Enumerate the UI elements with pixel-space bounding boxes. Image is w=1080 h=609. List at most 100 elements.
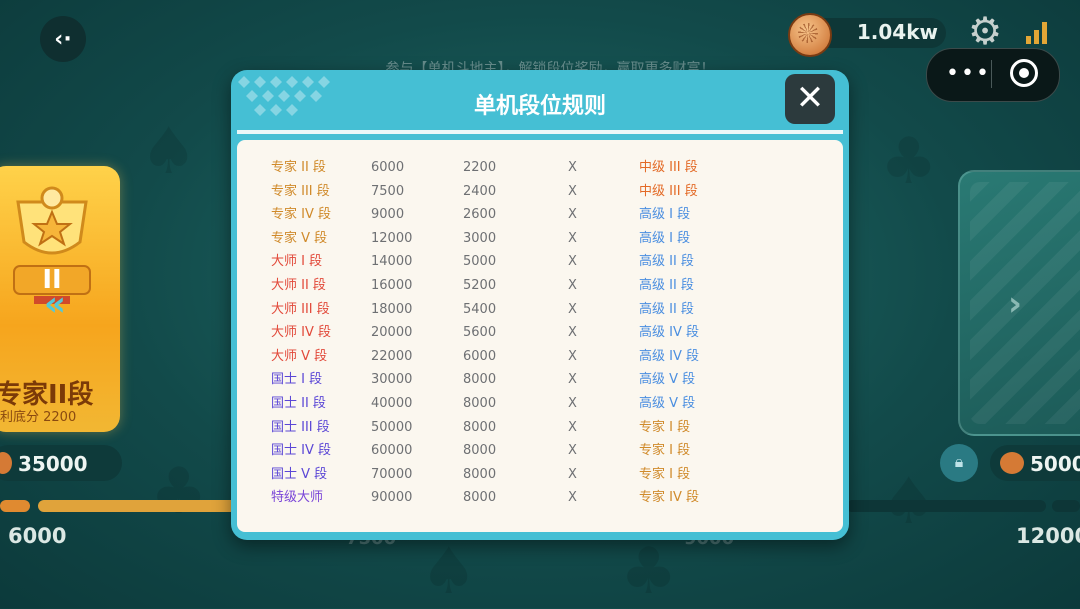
shell-coin-icon [1000,452,1024,474]
signal-icon [1026,22,1048,44]
more-dots-icon[interactable]: ••• [946,63,991,85]
current-rank-base-score: 利底分 2200 [0,410,77,425]
score-cell: 18000 [371,301,413,317]
cap-cell: X [568,160,577,175]
base-score-cell: 2200 [463,160,497,175]
close-icon: ✕ [795,78,825,118]
back-arrow-icon: ‹· [54,26,72,52]
table-row: 大师 IV 段 20000 5600 X 高级 IV 段 [237,322,843,344]
base-score-cell: 2600 [463,207,497,223]
score-cell: 70000 [371,466,413,482]
back-button[interactable]: ‹· [40,16,86,62]
cap-cell: X [568,325,577,341]
club-decoration-icon: ♣ [880,125,938,199]
demote-rank-cell: 中级 III 段 [639,183,698,199]
demote-rank-cell: 高级 I 段 [639,230,691,246]
demote-rank-cell: 专家 IV 段 [639,490,699,506]
cap-cell: X [568,419,577,435]
table-row: 专家 III 段 7500 2400 X 中级 III 段 [237,181,843,203]
progress-segment [846,500,1046,512]
target-icon[interactable] [1010,59,1038,87]
rank-cell: 国士 II 段 [271,396,326,411]
score-cell: 12000 [371,230,413,246]
demote-rank-cell: 高级 II 段 [639,301,694,317]
demote-rank-cell: 中级 III 段 [639,160,698,175]
demote-rank-cell: 专家 I 段 [639,443,691,459]
score-cell: 20000 [371,325,413,341]
rank-cell: 专家 III 段 [271,183,330,199]
progress-segment [0,500,30,512]
table-row: 专家 IV 段 9000 2600 X 高级 I 段 [237,204,843,226]
base-score-cell: 5200 [463,278,497,293]
lock-icon: 🔒︎ [954,452,964,471]
table-row: 大师 III 段 18000 5400 X 高级 II 段 [237,299,843,321]
score-cell: 9000 [371,207,405,223]
score-cell: 6000 [371,160,405,175]
prev-rank-arrow[interactable]: « [44,284,66,324]
score-cell: 50000 [371,419,413,435]
table-row: 国士 II 段 40000 8000 X 高级 V 段 [237,393,843,415]
score-cell: 22000 [371,348,413,364]
rank-cell: 专家 V 段 [271,230,328,246]
capsule-divider [991,60,992,88]
coin-amount: 1.04kw [856,20,938,44]
cap-cell: X [568,396,577,411]
rank-cell: 特级大师 [271,490,324,506]
cap-cell: X [568,466,577,482]
progress-segment [38,500,238,512]
current-reward-amount: 35000 [18,452,88,476]
spade-decoration-icon: ♠ [140,115,198,189]
demote-rank-cell: 专家 I 段 [639,466,691,482]
base-score-cell: 5000 [463,254,497,270]
close-button[interactable]: ✕ [785,74,835,124]
club-decoration-icon: ♣ [150,455,208,529]
rank-cell: 专家 II 段 [271,160,326,175]
base-score-cell: 8000 [463,443,497,459]
score-cell: 90000 [371,490,413,506]
demote-rank-cell: 高级 V 段 [639,372,696,388]
score-cell: 60000 [371,443,413,459]
score-cell: 30000 [371,372,413,388]
score-cell: 40000 [371,396,413,411]
base-score-cell: 8000 [463,419,497,435]
cap-cell: X [568,207,577,223]
progress-label: 12000 [1016,524,1080,548]
base-score-cell: 5600 [463,325,497,341]
spade-decoration-icon: ♠ [420,535,478,609]
cap-cell: X [568,301,577,317]
table-row: 大师 II 段 16000 5200 X 高级 II 段 [237,275,843,297]
club-decoration-icon: ♣ [620,535,678,609]
cap-cell: X [568,490,577,506]
rank-cell: 国士 IV 段 [271,443,331,459]
rank-cell: 专家 IV 段 [271,207,331,223]
header-divider [237,130,843,134]
table-row: 国士 V 段 70000 8000 X 专家 I 段 [237,464,843,486]
base-score-cell: 8000 [463,396,497,411]
base-score-cell: 8000 [463,466,497,482]
next-rank-arrow[interactable]: › [1008,284,1022,324]
rank-cell: 国士 V 段 [271,466,328,482]
table-row: 专家 V 段 12000 3000 X 高级 I 段 [237,228,843,250]
base-score-cell: 5400 [463,301,497,317]
progress-segment [1052,500,1080,512]
modal-title: 单机段位规则 [473,94,606,119]
base-score-cell: 8000 [463,372,497,388]
cap-cell: X [568,183,577,199]
rank-cell: 大师 IV 段 [271,325,331,341]
base-score-cell: 3000 [463,230,497,246]
base-score-cell: 8000 [463,490,497,506]
next-reward-amount: 5000 [1030,452,1080,476]
demote-rank-cell: 高级 II 段 [639,254,694,270]
demote-rank-cell: 专家 I 段 [639,419,691,435]
rank-cell: 大师 I 段 [271,254,323,270]
table-row: 大师 V 段 22000 6000 X 高级 IV 段 [237,346,843,368]
demote-rank-cell: 高级 I 段 [639,207,691,223]
table-row: 专家 II 段 6000 2200 X 中级 III 段 [237,157,843,179]
score-cell: 16000 [371,278,413,293]
table-row: 国士 IV 段 60000 8000 X 专家 I 段 [237,440,843,462]
shell-coin-icon [788,13,832,57]
table-row: 特级大师 90000 8000 X 专家 IV 段 [237,487,843,509]
cap-cell: X [568,348,577,364]
gear-icon[interactable]: ⚙ [964,10,1006,52]
rank-cell: 大师 III 段 [271,301,330,317]
